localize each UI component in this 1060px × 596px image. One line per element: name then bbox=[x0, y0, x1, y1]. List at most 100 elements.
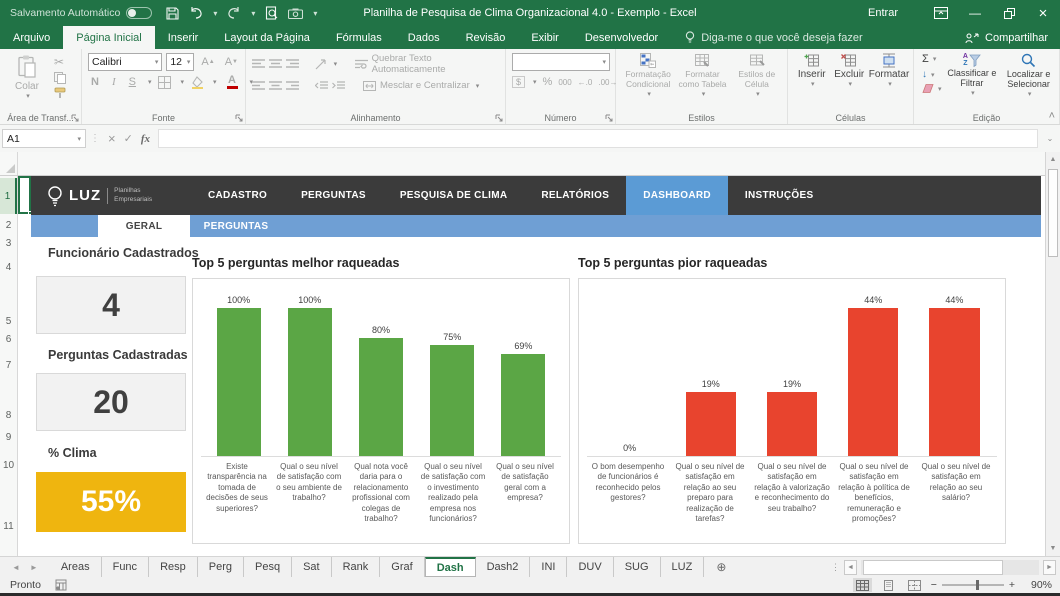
sort-filter-button[interactable]: AZ Classificar e Filtrar ▾ bbox=[946, 53, 999, 109]
chart-melhor-raqueadas[interactable]: 100%100%80%75%69% Existe transparência n… bbox=[192, 278, 570, 544]
ribbon-display-options-icon[interactable] bbox=[924, 0, 958, 26]
sheet-tab[interactable]: LUZ bbox=[661, 557, 705, 577]
wrap-text-label[interactable]: Quebrar Texto Automaticamente bbox=[372, 53, 501, 75]
horizontal-scrollbar-thumb[interactable] bbox=[863, 560, 1003, 575]
nav-item[interactable]: PESQUISA DE CLIMA bbox=[383, 176, 525, 215]
close-button[interactable]: × bbox=[1026, 0, 1060, 26]
page-break-view-icon[interactable] bbox=[905, 578, 924, 592]
chart-pior-raqueadas[interactable]: 0%19%19%44%44% O bom desempenho de funci… bbox=[578, 278, 1006, 544]
cut-icon[interactable]: ✂ bbox=[54, 55, 66, 69]
sheet-tab[interactable]: Graf bbox=[380, 557, 424, 577]
row-header[interactable]: 10 bbox=[0, 460, 17, 474]
sheet-tab[interactable]: DUV bbox=[567, 557, 613, 577]
prev-sheet-icon[interactable]: ◄ bbox=[12, 563, 20, 572]
align-left-icon[interactable] bbox=[252, 81, 265, 91]
clipboard-dialog-launcher-icon[interactable] bbox=[71, 114, 79, 122]
sheet-tab[interactable]: Pesq bbox=[244, 557, 292, 577]
fill-color-dropdown-icon[interactable]: ▾ bbox=[213, 78, 217, 86]
new-sheet-button[interactable]: ⊕ bbox=[704, 557, 738, 577]
row-header[interactable]: 7 bbox=[0, 360, 17, 374]
currency-dropdown-icon[interactable]: ▾ bbox=[533, 78, 537, 86]
undo-icon[interactable] bbox=[189, 7, 203, 19]
name-box[interactable]: A1 ▾ bbox=[2, 129, 86, 148]
font-color-icon[interactable]: A bbox=[224, 75, 241, 89]
sheet-tab[interactable]: Areas bbox=[50, 557, 102, 577]
redo-icon[interactable] bbox=[227, 7, 241, 19]
sheet-tab[interactable]: Perg bbox=[198, 557, 244, 577]
ribbon-tab[interactable]: Inserir bbox=[155, 26, 212, 49]
decrease-decimal-icon[interactable]: .00→ bbox=[598, 78, 617, 87]
row-header[interactable]: 11 bbox=[0, 521, 17, 535]
nav-item[interactable]: PERGUNTAS bbox=[284, 176, 383, 215]
merge-dropdown-icon[interactable]: ▾ bbox=[476, 82, 480, 90]
align-bottom-icon[interactable] bbox=[286, 59, 299, 69]
cell-styles-button[interactable]: Estilos de Célula ▾ bbox=[731, 53, 783, 109]
wrap-text-icon[interactable] bbox=[355, 59, 368, 69]
nav-item[interactable]: CADASTRO bbox=[191, 176, 284, 215]
number-format-select[interactable]: ▾ bbox=[512, 53, 610, 71]
scroll-left-icon[interactable]: ◄ bbox=[844, 560, 857, 575]
row-header[interactable]: 5 bbox=[0, 316, 17, 330]
print-preview-icon[interactable] bbox=[265, 6, 278, 20]
ribbon-tab[interactable]: Dados bbox=[395, 26, 453, 49]
format-as-table-button[interactable]: Formatar como Tabela ▾ bbox=[676, 53, 728, 109]
nav-item[interactable]: INSTRUÇÕES bbox=[728, 176, 831, 215]
camera-icon[interactable] bbox=[288, 8, 303, 19]
row-header[interactable]: 6 bbox=[0, 334, 17, 348]
sheet-tab[interactable]: Dash bbox=[425, 557, 476, 577]
share-button[interactable]: Compartilhar bbox=[965, 26, 1060, 49]
nav-item[interactable]: RELATÓRIOS bbox=[524, 176, 626, 215]
sheet-tab[interactable]: INI bbox=[530, 557, 567, 577]
zoom-slider-thumb[interactable] bbox=[976, 580, 979, 590]
page-layout-view-icon[interactable] bbox=[879, 578, 898, 592]
number-dialog-launcher-icon[interactable] bbox=[605, 114, 613, 122]
underline-button[interactable]: S bbox=[126, 76, 139, 88]
row-header[interactable]: 4 bbox=[0, 262, 17, 276]
orientation-dropdown-icon[interactable]: ▾ bbox=[334, 60, 338, 68]
font-dialog-launcher-icon[interactable] bbox=[235, 114, 243, 122]
row-header[interactable]: 2 bbox=[0, 220, 17, 234]
fill-dropdown-icon[interactable]: ▾ bbox=[931, 71, 935, 79]
fill-color-icon[interactable] bbox=[191, 76, 204, 89]
select-all-button[interactable] bbox=[0, 152, 18, 175]
sheet-tab[interactable]: Sat bbox=[292, 557, 332, 577]
find-select-button[interactable]: Localizar e Selecionar ▾ bbox=[1002, 53, 1055, 109]
ribbon-tab[interactable]: Página Inicial bbox=[63, 26, 154, 49]
borders-icon[interactable] bbox=[158, 76, 171, 89]
ribbon-tab[interactable]: Exibir bbox=[518, 26, 572, 49]
next-sheet-icon[interactable]: ► bbox=[30, 563, 38, 572]
format-painter-icon[interactable] bbox=[54, 87, 66, 99]
collapse-ribbon-icon[interactable]: ˄ bbox=[1049, 110, 1055, 122]
minimize-button[interactable]: — bbox=[958, 0, 992, 26]
alignment-dialog-launcher-icon[interactable] bbox=[495, 114, 503, 122]
comma-style-icon[interactable]: 000 bbox=[558, 78, 571, 87]
save-icon[interactable] bbox=[166, 7, 179, 20]
decrease-font-icon[interactable]: A▼ bbox=[222, 56, 241, 68]
underline-dropdown-icon[interactable]: ▾ bbox=[148, 78, 152, 86]
vertical-scrollbar-thumb[interactable] bbox=[1048, 169, 1058, 257]
bold-button[interactable]: N bbox=[88, 76, 102, 88]
paste-button[interactable]: Colar ▾ bbox=[6, 53, 48, 100]
horizontal-scrollbar-track[interactable] bbox=[861, 560, 1039, 575]
zoom-slider[interactable] bbox=[942, 584, 1004, 586]
insert-cells-button[interactable]: Inserir ▾ bbox=[794, 53, 830, 109]
row-header[interactable]: 1 bbox=[0, 178, 17, 214]
ribbon-tab[interactable]: Fórmulas bbox=[323, 26, 395, 49]
autosave-toggle[interactable] bbox=[126, 7, 152, 19]
orientation-icon[interactable] bbox=[315, 59, 328, 70]
qat-customize-icon[interactable]: ▾ bbox=[313, 9, 317, 18]
nav-item[interactable]: DASHBOARD bbox=[626, 176, 728, 215]
splitter-handle-icon[interactable]: ⋮ bbox=[831, 562, 840, 573]
borders-dropdown-icon[interactable]: ▾ bbox=[180, 78, 184, 86]
sheet-tab[interactable]: SUG bbox=[614, 557, 661, 577]
percent-style-icon[interactable]: % bbox=[543, 76, 553, 88]
undo-dropdown-icon[interactable]: ▾ bbox=[213, 9, 217, 18]
align-middle-icon[interactable] bbox=[269, 59, 282, 69]
italic-button[interactable]: I bbox=[109, 76, 119, 88]
ribbon-tab[interactable]: Desenvolvedor bbox=[572, 26, 671, 49]
merge-center-label[interactable]: Mesclar e Centralizar bbox=[380, 80, 470, 91]
fill-down-icon[interactable]: ↓ bbox=[922, 69, 927, 80]
autosum-dropdown-icon[interactable]: ▾ bbox=[933, 55, 937, 63]
autosum-icon[interactable]: Σ bbox=[922, 53, 929, 65]
horizontal-scrollbar[interactable]: ⋮ ◄ ► bbox=[831, 557, 1060, 577]
